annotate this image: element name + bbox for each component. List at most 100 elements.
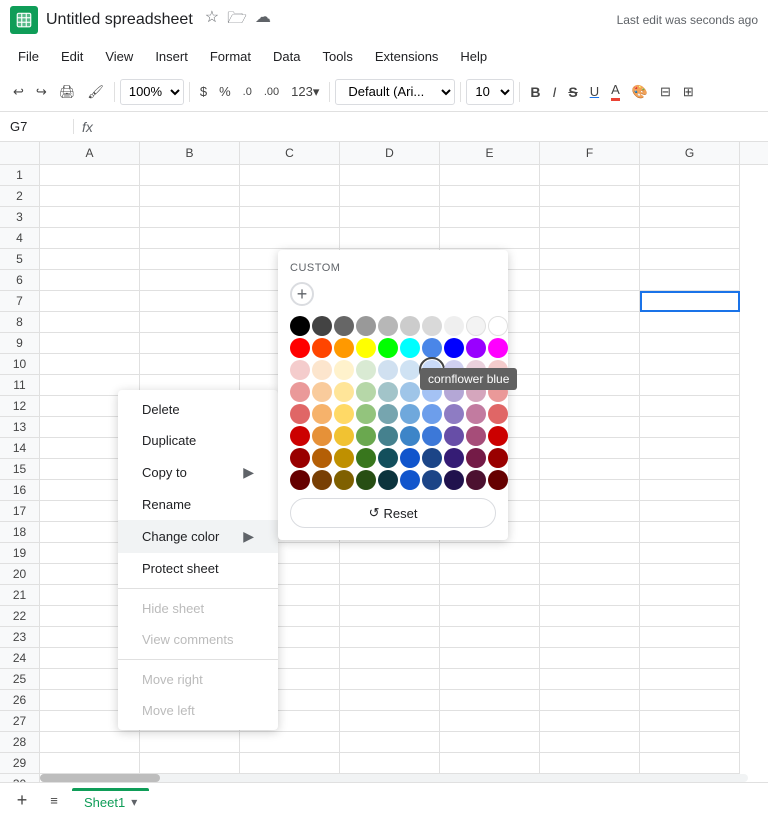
color-dot-5-4[interactable] [378,426,398,446]
row-num-16[interactable]: 16 [0,480,40,501]
menu-item-insert[interactable]: Insert [145,45,198,68]
cell-A4[interactable] [40,228,140,249]
col-header-f[interactable]: F [540,142,640,164]
cell-F27[interactable] [540,711,640,732]
cell-F8[interactable] [540,312,640,333]
percent-button[interactable]: % [214,80,236,103]
color-dot-0-1[interactable] [312,316,332,336]
color-dot-6-2[interactable] [334,448,354,468]
cell-D26[interactable] [340,690,440,711]
color-dot-1-5[interactable] [400,338,420,358]
color-dot-5-0[interactable] [290,426,310,446]
ctx-change-color[interactable]: Change color ▶ [118,520,278,553]
row-num-25[interactable]: 25 [0,669,40,690]
italic-button[interactable]: I [547,80,561,104]
color-dot-1-6[interactable] [422,338,442,358]
paint-format-button[interactable]: 🖌 [82,80,109,104]
color-dot-7-8[interactable] [466,470,486,490]
col-header-g[interactable]: G [640,142,740,164]
cp-add-button[interactable]: + [290,282,314,306]
row-num-26[interactable]: 26 [0,690,40,711]
color-dot-3-4[interactable] [378,382,398,402]
row-num-11[interactable]: 11 [0,375,40,396]
col-header-d[interactable]: D [340,142,440,164]
color-dot-6-6[interactable] [422,448,442,468]
cell-D22[interactable] [340,606,440,627]
cell-F16[interactable] [540,480,640,501]
cell-E27[interactable] [440,711,540,732]
color-dot-2-8[interactable] [466,360,486,380]
menu-item-extensions[interactable]: Extensions [365,45,449,68]
add-sheet-button[interactable]: + [8,787,36,815]
cell-F21[interactable] [540,585,640,606]
ctx-copy-to[interactable]: Copy to ▶ [118,456,278,489]
color-dot-0-4[interactable] [378,316,398,336]
color-dot-4-8[interactable] [466,404,486,424]
cell-G26[interactable] [640,690,740,711]
font-select[interactable]: Default (Ari... [335,79,455,105]
cell-D2[interactable] [340,186,440,207]
ctx-duplicate[interactable]: Duplicate [118,425,278,456]
cell-F1[interactable] [540,165,640,186]
row-num-8[interactable]: 8 [0,312,40,333]
color-dot-7-2[interactable] [334,470,354,490]
color-dot-1-9[interactable] [488,338,508,358]
cell-F17[interactable] [540,501,640,522]
cell-E21[interactable] [440,585,540,606]
cell-D19[interactable] [340,543,440,564]
cell-C1[interactable] [240,165,340,186]
color-dot-0-5[interactable] [400,316,420,336]
color-dot-6-9[interactable] [488,448,508,468]
star-icon[interactable]: ☆ [205,7,219,34]
menu-item-help[interactable]: Help [450,45,497,68]
cell-G8[interactable] [640,312,740,333]
color-dot-2-5[interactable] [400,360,420,380]
ctx-delete[interactable]: Delete [118,394,278,425]
cell-G15[interactable] [640,459,740,480]
cell-E23[interactable] [440,627,540,648]
row-num-6[interactable]: 6 [0,270,40,291]
cell-G29[interactable] [640,753,740,774]
ctx-protect-sheet[interactable]: Protect sheet [118,553,278,584]
cell-B28[interactable] [140,732,240,753]
ctx-rename[interactable]: Rename [118,489,278,520]
cell-C3[interactable] [240,207,340,228]
color-dot-5-5[interactable] [400,426,420,446]
color-dot-3-7[interactable] [444,382,464,402]
color-dot-3-1[interactable] [312,382,332,402]
cell-B3[interactable] [140,207,240,228]
color-dot-3-0[interactable] [290,382,310,402]
color-dot-4-7[interactable] [444,404,464,424]
folder-icon[interactable]: 🗁 [227,7,247,34]
row-num-21[interactable]: 21 [0,585,40,606]
color-dot-2-4[interactable] [378,360,398,380]
col-header-b[interactable]: B [140,142,240,164]
spreadsheet-title[interactable]: Untitled spreadsheet [46,11,193,29]
cell-E3[interactable] [440,207,540,228]
bold-button[interactable]: B [525,80,545,104]
color-dot-3-8[interactable] [466,382,486,402]
increase-decimal-button[interactable]: .00 [259,82,284,102]
color-dot-1-4[interactable] [378,338,398,358]
merge-button[interactable]: ⊞ [678,80,699,104]
decrease-decimal-button[interactable]: .0 [238,82,257,102]
cell-G14[interactable] [640,438,740,459]
print-button[interactable]: 🖨 [54,80,81,104]
color-dot-0-7[interactable] [444,316,464,336]
row-num-20[interactable]: 20 [0,564,40,585]
cell-F29[interactable] [540,753,640,774]
cell-A8[interactable] [40,312,140,333]
cell-F15[interactable] [540,459,640,480]
cell-A10[interactable] [40,354,140,375]
menu-item-file[interactable]: File [8,45,49,68]
cell-F14[interactable] [540,438,640,459]
cell-A29[interactable] [40,753,140,774]
row-num-7[interactable]: 7 [0,291,40,312]
color-dot-7-0[interactable] [290,470,310,490]
color-dot-1-0[interactable] [290,338,310,358]
cell-B5[interactable] [140,249,240,270]
row-num-24[interactable]: 24 [0,648,40,669]
row-num-13[interactable]: 13 [0,417,40,438]
color-dot-3-9[interactable] [488,382,508,402]
cell-F7[interactable] [540,291,640,312]
